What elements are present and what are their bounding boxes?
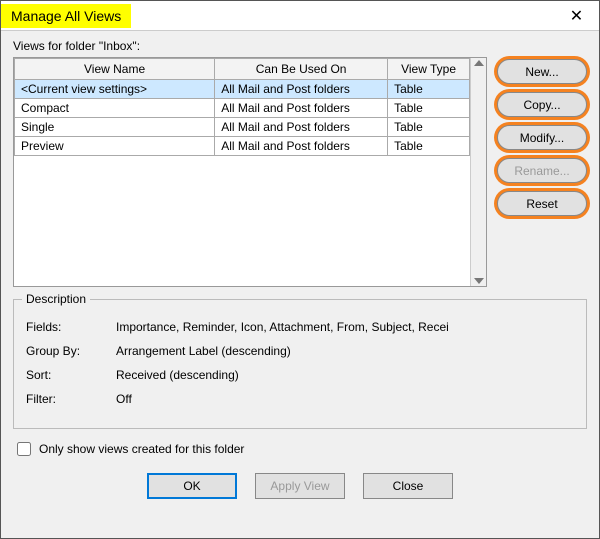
cell-type: Table — [388, 80, 470, 99]
sort-value: Received (descending) — [116, 368, 574, 382]
table-row[interactable]: CompactAll Mail and Post foldersTable — [15, 99, 470, 118]
titlebar: Manage All Views ✕ — [1, 1, 599, 31]
cell-name: <Current view settings> — [15, 80, 215, 99]
only-show-label: Only show views created for this folder — [39, 442, 244, 456]
folder-label: Views for folder "Inbox": — [13, 39, 587, 53]
table-row[interactable]: SingleAll Mail and Post foldersTable — [15, 118, 470, 137]
views-table-wrap: View Name Can Be Used On View Type <Curr… — [13, 57, 487, 287]
cell-name: Preview — [15, 137, 215, 156]
reset-button[interactable]: Reset — [497, 191, 587, 216]
sort-row: Sort: Received (descending) — [26, 368, 574, 382]
cell-used: All Mail and Post folders — [215, 118, 388, 137]
description-group: Description Fields: Importance, Reminder… — [13, 299, 587, 429]
fields-value: Importance, Reminder, Icon, Attachment, … — [116, 320, 574, 334]
cell-type: Table — [388, 137, 470, 156]
sort-label: Sort: — [26, 368, 116, 382]
col-view-name[interactable]: View Name — [15, 59, 215, 80]
group-by-value: Arrangement Label (descending) — [116, 344, 574, 358]
manage-views-dialog: Manage All Views ✕ Views for folder "Inb… — [0, 0, 600, 539]
filter-label: Filter: — [26, 392, 116, 406]
table-row[interactable]: PreviewAll Mail and Post foldersTable — [15, 137, 470, 156]
modify-button[interactable]: Modify... — [497, 125, 587, 150]
fields-label: Fields: — [26, 320, 116, 334]
ok-button[interactable]: OK — [147, 473, 237, 499]
cell-used: All Mail and Post folders — [215, 99, 388, 118]
group-by-row: Group By: Arrangement Label (descending) — [26, 344, 574, 358]
vertical-scrollbar[interactable] — [470, 58, 486, 286]
cell-used: All Mail and Post folders — [215, 137, 388, 156]
only-show-checkbox-row[interactable]: Only show views created for this folder — [13, 439, 587, 459]
cell-type: Table — [388, 99, 470, 118]
upper-area: View Name Can Be Used On View Type <Curr… — [13, 57, 587, 287]
new-button[interactable]: New... — [497, 59, 587, 84]
dialog-content: Views for folder "Inbox": View Name Can … — [1, 31, 599, 538]
side-buttons: New... Copy... Modify... Rename... Reset — [497, 57, 587, 287]
views-table-scroll: View Name Can Be Used On View Type <Curr… — [14, 58, 470, 286]
description-title: Description — [22, 292, 90, 306]
col-used-on[interactable]: Can Be Used On — [215, 59, 388, 80]
rename-button: Rename... — [497, 158, 587, 183]
cell-name: Compact — [15, 99, 215, 118]
only-show-checkbox[interactable] — [17, 442, 31, 456]
fields-row: Fields: Importance, Reminder, Icon, Atta… — [26, 320, 574, 334]
col-view-type[interactable]: View Type — [388, 59, 470, 80]
filter-row: Filter: Off — [26, 392, 574, 406]
close-icon[interactable]: ✕ — [554, 1, 599, 31]
table-row[interactable]: <Current view settings>All Mail and Post… — [15, 80, 470, 99]
apply-view-button: Apply View — [255, 473, 345, 499]
filter-value: Off — [116, 392, 574, 406]
copy-button[interactable]: Copy... — [497, 92, 587, 117]
cell-used: All Mail and Post folders — [215, 80, 388, 99]
group-by-label: Group By: — [26, 344, 116, 358]
close-button[interactable]: Close — [363, 473, 453, 499]
footer-buttons: OK Apply View Close — [13, 473, 587, 511]
cell-name: Single — [15, 118, 215, 137]
table-header-row: View Name Can Be Used On View Type — [15, 59, 470, 80]
dialog-title: Manage All Views — [1, 4, 131, 28]
cell-type: Table — [388, 118, 470, 137]
views-table: View Name Can Be Used On View Type <Curr… — [14, 58, 470, 156]
